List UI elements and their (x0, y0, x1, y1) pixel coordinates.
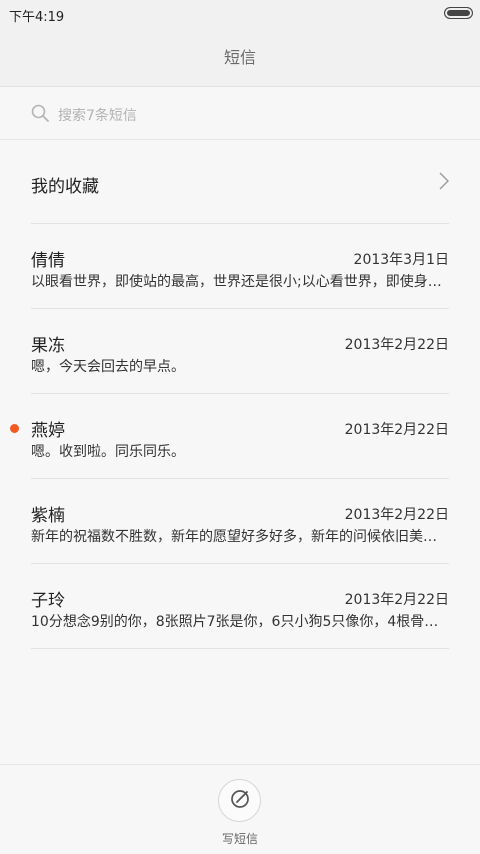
search-input[interactable]: 搜索7条短信 (58, 105, 137, 125)
battery-icon (444, 7, 473, 19)
message-sender: 燕婷 (31, 421, 65, 441)
message-preview: 以眼看世界，即使站的最高，世界还是很小;以心看世界，即使身处最低处，世界也很大。 (31, 274, 449, 290)
title-bar: 短信 (0, 26, 480, 87)
message-item[interactable]: 子玲 2013年2月22日 10分想念9别的你，8张照片7张是你，6只小狗5只像… (31, 564, 449, 649)
favorites-label: 我的收藏 (31, 177, 99, 197)
compose-icon (228, 787, 252, 815)
message-sender: 果冻 (31, 336, 65, 356)
message-list: 倩倩 2013年3月1日 以眼看世界，即使站的最高，世界还是很小;以心看世界，即… (0, 224, 480, 649)
message-date: 2013年2月22日 (344, 592, 449, 608)
status-time: 下午4:19 (9, 10, 65, 25)
message-item[interactable]: 倩倩 2013年3月1日 以眼看世界，即使站的最高，世界还是很小;以心看世界，即… (31, 224, 449, 309)
compose-button[interactable] (218, 779, 261, 822)
message-date: 2013年2月22日 (344, 422, 449, 438)
message-sender: 紫楠 (31, 506, 65, 526)
search-bar[interactable]: 搜索7条短信 (0, 87, 480, 140)
message-preview: 10分想念9别的你，8张照片7张是你，6只小狗5只像你，4根骨头。 (31, 614, 449, 630)
message-preview: 嗯。收到啦。同乐同乐。 (31, 444, 185, 460)
message-item[interactable]: 紫楠 2013年2月22日 新年的祝福数不胜数，新年的愿望好多好多，新年的问候依… (31, 479, 449, 564)
message-item[interactable]: 燕婷 2013年2月22日 嗯。收到啦。同乐同乐。 (10, 394, 449, 479)
message-item[interactable]: 果冻 2013年2月22日 嗯，今天会回去的早点。 (31, 309, 449, 394)
message-preview: 新年的祝福数不胜数，新年的愿望好多好多，新年的问候依旧美好。 (31, 529, 449, 545)
message-preview: 嗯，今天会回去的早点。 (31, 359, 185, 375)
message-date: 2013年2月22日 (344, 507, 449, 523)
bottom-bar: 写短信 (0, 764, 480, 854)
status-bar: 下午4:19 (0, 0, 480, 26)
compose-label: 写短信 (221, 832, 258, 846)
message-date: 2013年3月1日 (353, 252, 449, 268)
message-date: 2013年2月22日 (344, 337, 449, 353)
message-sender: 倩倩 (31, 251, 65, 271)
search-icon (31, 104, 49, 126)
message-sender: 子玲 (31, 591, 65, 611)
favorites-row[interactable]: 我的收藏 (31, 140, 449, 224)
page-title: 短信 (223, 48, 256, 67)
chevron-right-icon (439, 172, 449, 194)
unread-dot-icon (10, 424, 19, 433)
